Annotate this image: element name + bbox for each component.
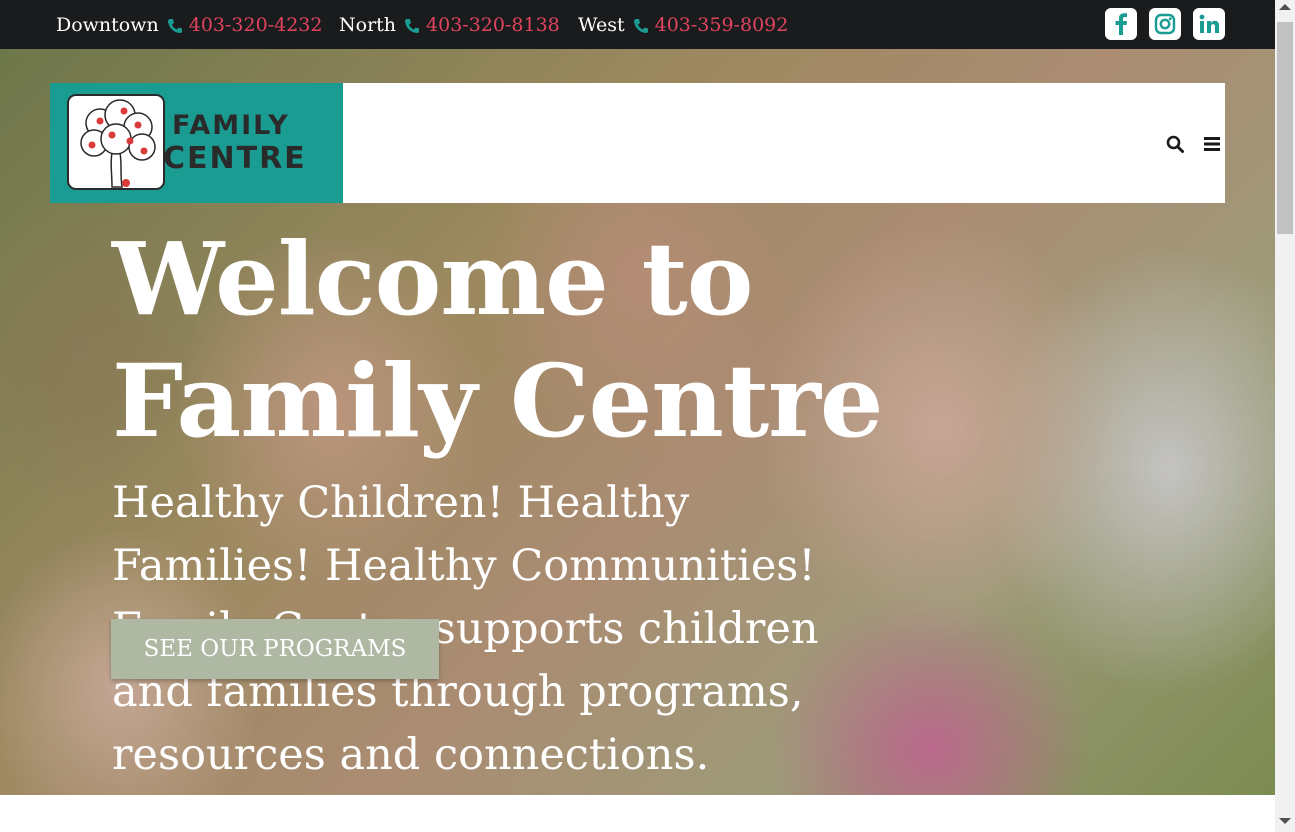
phone-icon bbox=[633, 17, 649, 33]
top-contact-bar: Downtown 403-320-4232 North 403-320-8138… bbox=[0, 0, 1275, 49]
scrollbar-thumb[interactable] bbox=[1277, 22, 1293, 234]
phone-icon bbox=[404, 17, 420, 33]
contact-downtown: Downtown 403-320-4232 bbox=[56, 0, 322, 49]
search-icon bbox=[1166, 135, 1184, 153]
hero-title: Welcome to Family Centre bbox=[112, 218, 932, 462]
instagram-icon bbox=[1154, 13, 1176, 35]
see-programs-button[interactable]: SEE OUR PROGRAMS bbox=[111, 619, 439, 679]
hero-title-line2: Family Centre bbox=[112, 342, 883, 460]
facebook-icon bbox=[1115, 13, 1127, 35]
facebook-button[interactable] bbox=[1105, 8, 1137, 40]
menu-button[interactable] bbox=[1201, 133, 1223, 155]
phone-icon bbox=[167, 17, 183, 33]
contact-west: West 403-359-8092 bbox=[578, 0, 788, 49]
linkedin-icon bbox=[1199, 14, 1219, 33]
location-label: West bbox=[578, 13, 625, 36]
logo-text-family: FAMILY bbox=[172, 110, 290, 141]
location-label: North bbox=[339, 13, 397, 36]
instagram-button[interactable] bbox=[1149, 8, 1181, 40]
search-button[interactable] bbox=[1164, 133, 1186, 155]
phone-link-north[interactable]: 403-320-8138 bbox=[426, 14, 560, 36]
phone-link-west[interactable]: 403-359-8092 bbox=[655, 14, 789, 36]
scroll-down-arrow-icon[interactable] bbox=[1279, 818, 1291, 824]
logo-text-centre: CENTRE bbox=[163, 141, 307, 176]
contact-north: North 403-320-8138 bbox=[339, 0, 560, 49]
hamburger-menu-icon bbox=[1204, 137, 1220, 151]
linkedin-button[interactable] bbox=[1193, 8, 1225, 40]
phone-link-downtown[interactable]: 403-320-4232 bbox=[189, 14, 323, 36]
location-label: Downtown bbox=[56, 13, 159, 36]
hero-title-line1: Welcome to bbox=[112, 220, 754, 338]
scroll-up-arrow-icon[interactable] bbox=[1279, 4, 1291, 10]
